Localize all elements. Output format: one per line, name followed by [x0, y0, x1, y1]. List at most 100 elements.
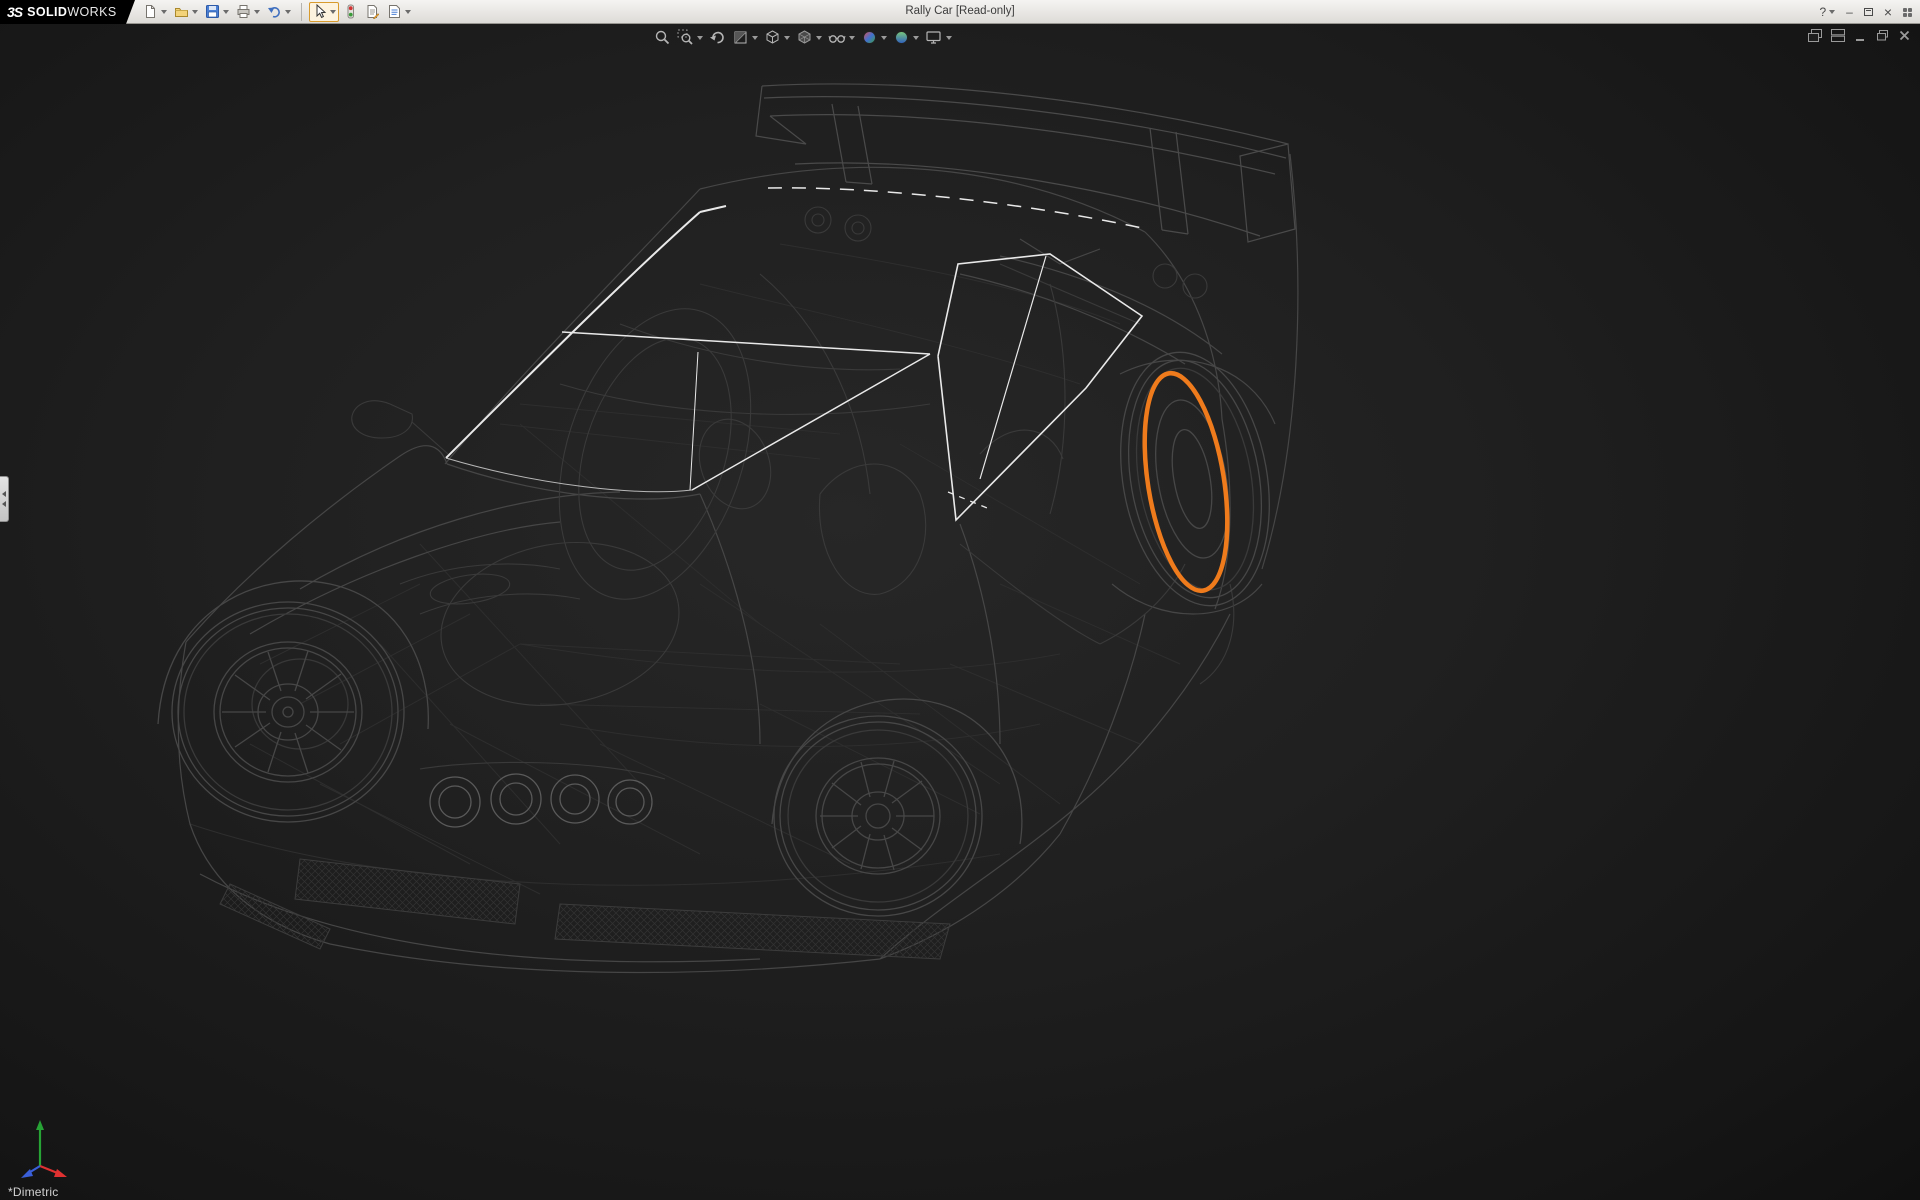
dropdown-caret-icon — [913, 36, 919, 40]
glasses-icon — [828, 29, 846, 46]
zoom-to-area-button[interactable] — [676, 28, 704, 47]
restore-icon — [1864, 8, 1873, 16]
view-orientation-cube-icon — [764, 29, 781, 46]
dropdown-caret-icon — [405, 10, 411, 14]
graphics-viewport[interactable]: *Dimetric — [0, 24, 1920, 1200]
3ds-logo-mark: 3S — [7, 4, 22, 20]
restore-doc-icon[interactable] — [1876, 29, 1889, 42]
rear-right-wheel — [1102, 340, 1288, 617]
options-sheet-icon — [387, 4, 402, 19]
view-settings-icon — [925, 29, 943, 46]
section-view-icon — [732, 29, 749, 46]
zoom-fit-icon — [654, 29, 671, 46]
dropdown-caret-icon — [816, 36, 822, 40]
open-document-button[interactable] — [171, 2, 201, 22]
cascade-windows-icon[interactable] — [1808, 29, 1822, 42]
dropdown-caret-icon — [192, 10, 198, 14]
close-icon: × — [1884, 5, 1892, 19]
save-button[interactable] — [202, 2, 232, 22]
standard-toolbar — [135, 0, 299, 24]
body-outline-lines — [178, 154, 1298, 973]
rear-left-wheel — [772, 699, 1022, 916]
help-button[interactable]: ? — [1819, 6, 1835, 18]
print-button[interactable] — [233, 2, 263, 22]
layout-grid-icon — [1903, 8, 1912, 17]
scene-sphere-icon — [893, 29, 910, 46]
solidworks-logo: 3S SOLIDWORKS — [0, 0, 126, 24]
open-folder-icon — [174, 4, 189, 19]
select-button[interactable] — [309, 2, 339, 22]
appearance-sphere-icon — [861, 29, 878, 46]
undo-arrow-icon — [267, 4, 282, 19]
brand-name-light: WORKS — [67, 5, 116, 19]
dropdown-caret-icon — [1829, 10, 1835, 14]
display-style-button[interactable] — [795, 28, 823, 47]
rear-wing-lines — [756, 84, 1295, 242]
close-window-button[interactable]: × — [1884, 5, 1892, 19]
logo-tail-decoration — [126, 0, 135, 24]
chassis-clutter-lines — [190, 244, 1180, 894]
dropdown-caret-icon — [223, 10, 229, 14]
close-doc-icon[interactable] — [1898, 29, 1911, 42]
rebuild-stoplight-icon — [343, 4, 358, 19]
minimize-doc-icon[interactable] — [1854, 29, 1867, 42]
toolbar-separator — [301, 3, 302, 21]
dropdown-caret-icon — [849, 36, 855, 40]
dropdown-caret-icon — [254, 10, 260, 14]
triad-x-arrowhead — [54, 1169, 67, 1177]
zoom-to-fit-button[interactable] — [653, 28, 672, 47]
dropdown-caret-icon — [697, 36, 703, 40]
dropdown-caret-icon — [946, 36, 952, 40]
dropdown-caret-icon — [330, 10, 336, 14]
highlighted-glass-edges — [446, 188, 1142, 520]
file-properties-icon — [365, 4, 380, 19]
window-title: Rally Car [Read-only] — [905, 5, 1014, 17]
printer-icon — [236, 4, 251, 19]
view-orientation-label: *Dimetric — [8, 1185, 58, 1199]
front-left-wheel — [158, 581, 428, 822]
apply-scene-button[interactable] — [892, 28, 920, 47]
select-cursor-icon — [312, 4, 327, 19]
view-settings-button[interactable] — [924, 28, 953, 47]
collapse-arrow-icon — [2, 501, 6, 507]
view-orientation-button[interactable] — [763, 28, 791, 47]
undo-button[interactable] — [264, 2, 294, 22]
restore-window-button[interactable] — [1864, 8, 1873, 16]
zoom-area-icon — [677, 29, 694, 46]
dropdown-caret-icon — [881, 36, 887, 40]
document-window-controls — [1808, 29, 1911, 42]
new-document-button[interactable] — [140, 2, 170, 22]
section-view-button[interactable] — [731, 28, 759, 47]
triad-y-arrowhead — [36, 1120, 44, 1130]
display-style-icon — [796, 29, 813, 46]
fog-lights — [430, 774, 652, 827]
car-wireframe-model[interactable] — [0, 24, 1920, 1200]
window-controls: ? – × — [1819, 0, 1912, 24]
help-icon: ? — [1819, 6, 1826, 18]
previous-view-icon — [709, 29, 726, 46]
collapse-arrow-icon — [2, 491, 6, 497]
previous-view-button[interactable] — [708, 28, 727, 47]
minimize-icon: – — [1846, 6, 1853, 18]
options-sheet-button[interactable] — [384, 2, 414, 22]
file-properties-button[interactable] — [362, 2, 383, 22]
window-layout-button[interactable] — [1903, 8, 1912, 17]
detail-lines — [352, 207, 1234, 779]
dropdown-caret-icon — [161, 10, 167, 14]
dropdown-caret-icon — [285, 10, 291, 14]
hide-show-items-button[interactable] — [827, 28, 856, 47]
edit-appearance-button[interactable] — [860, 28, 888, 47]
rebuild-button[interactable] — [340, 2, 361, 22]
selected-wheel-highlight[interactable] — [1131, 367, 1240, 596]
panel-collapse-handle[interactable] — [0, 476, 9, 522]
brand-name-bold: SOLID — [27, 5, 67, 19]
title-bar: 3S SOLIDWORKS — [0, 0, 1920, 24]
save-floppy-icon — [205, 4, 220, 19]
dropdown-caret-icon — [784, 36, 790, 40]
dropdown-caret-icon — [752, 36, 758, 40]
reference-triad — [12, 1116, 70, 1180]
new-document-icon — [143, 4, 158, 19]
minimize-window-button[interactable]: – — [1846, 6, 1853, 18]
tile-windows-icon[interactable] — [1831, 29, 1845, 42]
heads-up-view-toolbar — [650, 27, 956, 48]
